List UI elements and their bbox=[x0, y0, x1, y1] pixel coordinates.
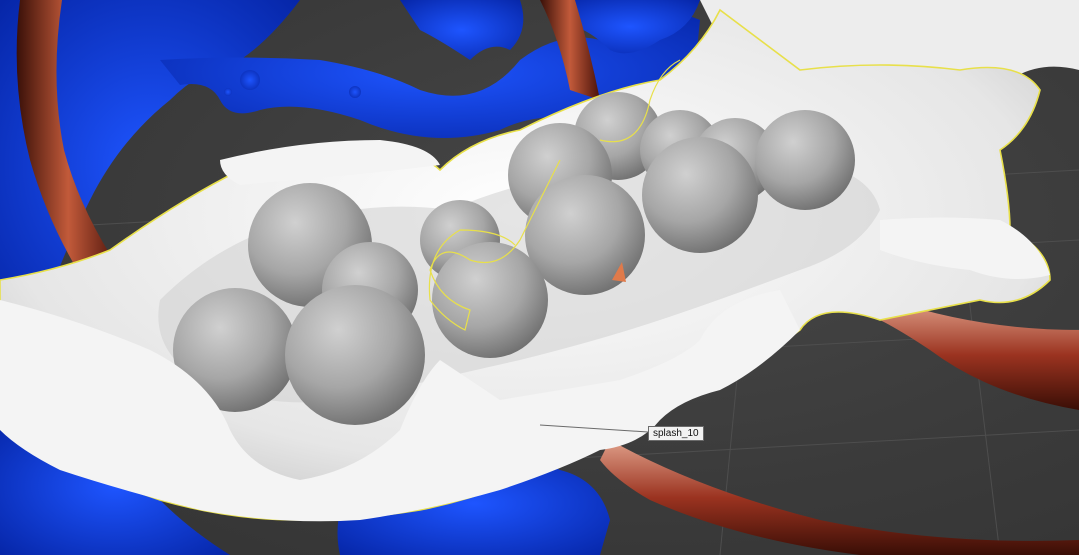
3d-viewport[interactable]: splash_10 bbox=[0, 0, 1079, 555]
scene-render[interactable] bbox=[0, 0, 1079, 555]
object-name-label[interactable]: splash_10 bbox=[648, 426, 704, 441]
